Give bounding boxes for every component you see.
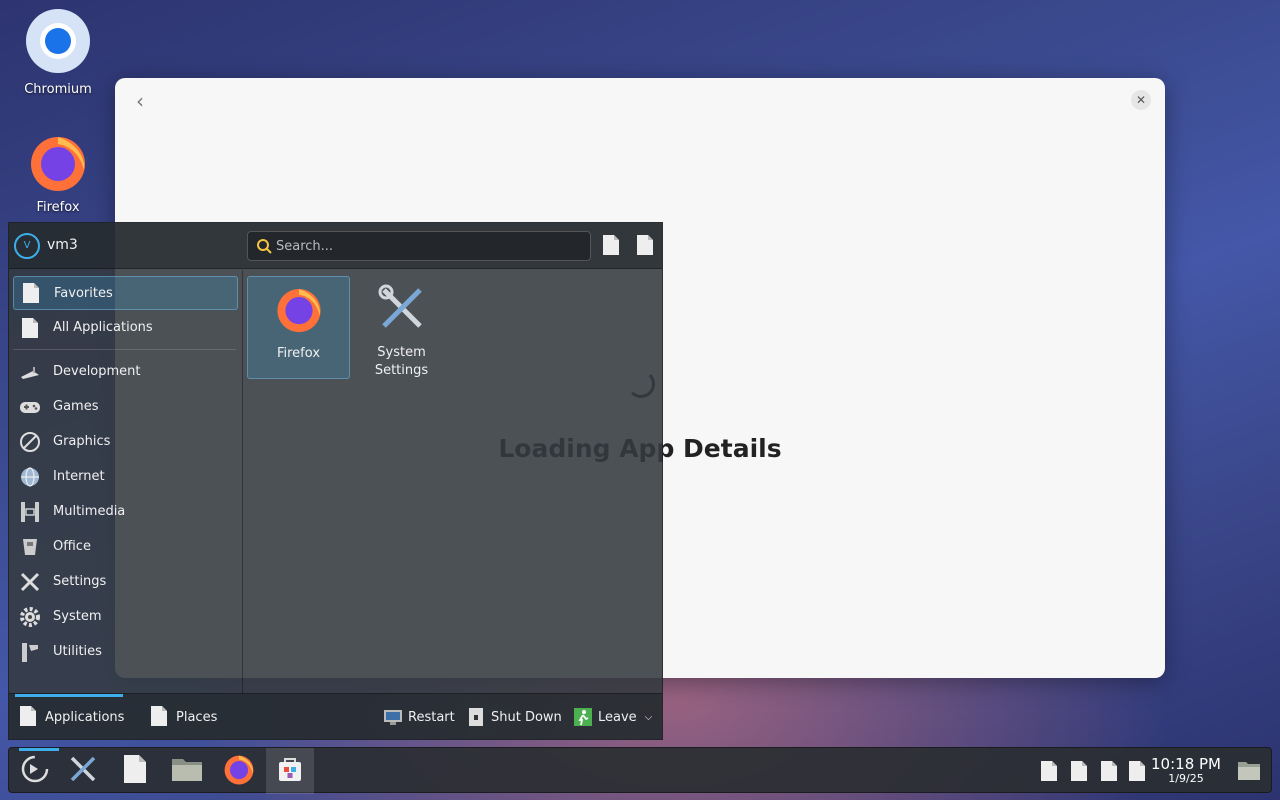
desktop-icon-label: Firefox (36, 200, 80, 215)
sidebar-item-label: Utilities (53, 644, 102, 659)
sidebar-item-all-applications[interactable]: All Applications (9, 310, 242, 345)
chromium-icon (13, 8, 103, 78)
document-icon (20, 282, 42, 304)
tray-document-icon[interactable] (1099, 760, 1119, 782)
leave-icon (573, 707, 593, 727)
utilities-icon (19, 641, 41, 663)
sidebar-item-graphics[interactable]: Graphics (9, 424, 242, 459)
power-options-icon[interactable] (635, 234, 657, 258)
search-box[interactable] (247, 231, 591, 261)
restart-icon (383, 707, 403, 727)
tools-icon (68, 754, 98, 788)
shutdown-icon (466, 707, 486, 727)
sidebar-item-label: Internet (53, 469, 105, 484)
tab-places[interactable]: Places (150, 694, 217, 740)
favorite-firefox[interactable]: Firefox (247, 276, 350, 379)
taskbar: 10:18 PM 1/9/25 (8, 747, 1272, 794)
sidebar-item-label: Settings (53, 574, 107, 589)
firefox-icon (13, 132, 103, 196)
sidebar-divider (13, 349, 236, 350)
clock-time: 10:18 PM (1151, 755, 1221, 773)
tray-document-icon[interactable] (1127, 760, 1147, 782)
restart-button[interactable]: Restart (383, 694, 455, 740)
sidebar-item-utilities[interactable]: Utilities (9, 634, 242, 669)
launcher-header: V vm3 (9, 223, 662, 269)
chevron-left-icon[interactable]: ‹ (129, 90, 151, 112)
clock-date: 1/9/25 (1168, 772, 1204, 785)
sidebar-item-label: All Applications (53, 320, 153, 335)
sidebar-item-settings[interactable]: Settings (9, 564, 242, 599)
sidebar-item-internet[interactable]: Internet (9, 459, 242, 494)
sidebar-item-favorites[interactable]: Favorites (13, 276, 238, 310)
desktop-icon-firefox[interactable]: Firefox (13, 132, 103, 215)
chevron-down-icon: ⌵ (644, 711, 653, 723)
avatar[interactable]: V (14, 233, 40, 259)
pin-icon[interactable] (601, 234, 623, 258)
shut-down-button[interactable]: Shut Down (466, 694, 562, 740)
leave-button[interactable]: Leave ⌵ (573, 694, 652, 740)
tools-icon (19, 571, 41, 593)
username: vm3 (47, 237, 78, 253)
show-desktop-icon[interactable] (1237, 759, 1261, 781)
favorite-label: System Settings (374, 345, 429, 378)
sidebar-item-label: Office (53, 539, 91, 554)
sidebar-item-label: Games (53, 399, 99, 414)
gear-icon (19, 606, 41, 628)
taskbar-firefox[interactable] (215, 748, 263, 794)
taskbar-system-settings[interactable] (59, 748, 107, 794)
folder-icon (171, 756, 203, 786)
launcher-footer: Applications Places Restart Shut Down Le… (9, 693, 662, 739)
sidebar-item-games[interactable]: Games (9, 389, 242, 424)
sidebar-item-development[interactable]: Development (9, 354, 242, 389)
application-launcher: V vm3 Favorites All Applications Develop… (8, 222, 663, 740)
restart-label: Restart (408, 709, 455, 725)
search-icon (256, 238, 272, 254)
shut-down-label: Shut Down (491, 709, 562, 725)
tab-label: Places (176, 709, 218, 725)
digital-clock[interactable]: 10:18 PM 1/9/25 (1151, 756, 1221, 786)
sidebar-item-system[interactable]: System (9, 599, 242, 634)
document-icon (150, 706, 170, 728)
document-icon (19, 706, 39, 728)
taskbar-launcher[interactable] (11, 748, 59, 794)
firefox-icon (223, 753, 255, 789)
film-icon (19, 501, 41, 523)
tray-document-icon[interactable] (1069, 760, 1089, 782)
document-icon (19, 317, 41, 339)
tray-document-icon[interactable] (1039, 760, 1059, 782)
launcher-sidebar: Favorites All Applications Development G… (9, 270, 243, 694)
launcher-icon (20, 754, 50, 788)
sidebar-item-label: Multimedia (53, 504, 126, 519)
taskbar-discover[interactable] (266, 748, 314, 794)
desktop-icon-label: Chromium (24, 82, 92, 97)
sidebar-item-label: Graphics (53, 434, 111, 449)
sidebar-item-label: System (53, 609, 102, 624)
taskbar-document[interactable] (111, 748, 159, 794)
sidebar-item-label: Development (53, 364, 141, 379)
tab-label: Applications (45, 709, 125, 725)
leave-label: Leave (598, 709, 637, 725)
firefox-icon (248, 285, 349, 339)
office-icon (19, 536, 41, 558)
graphics-icon (19, 431, 41, 453)
document-icon (123, 755, 147, 787)
sidebar-item-label: Favorites (54, 285, 113, 301)
tab-applications[interactable]: Applications (19, 694, 124, 740)
tools-icon (350, 284, 453, 338)
store-icon (276, 755, 304, 787)
sidebar-item-multimedia[interactable]: Multimedia (9, 494, 242, 529)
globe-icon (19, 466, 41, 488)
favorite-label: Firefox (276, 346, 321, 361)
search-input[interactable] (276, 236, 576, 256)
gamepad-icon (19, 396, 41, 418)
trowel-icon (19, 361, 41, 383)
close-icon[interactable]: ✕ (1131, 90, 1151, 110)
sidebar-item-office[interactable]: Office (9, 529, 242, 564)
desktop-icon-chromium[interactable]: Chromium (13, 8, 103, 97)
favorite-system-settings[interactable]: System Settings (350, 276, 453, 379)
taskbar-file-manager[interactable] (163, 748, 211, 794)
